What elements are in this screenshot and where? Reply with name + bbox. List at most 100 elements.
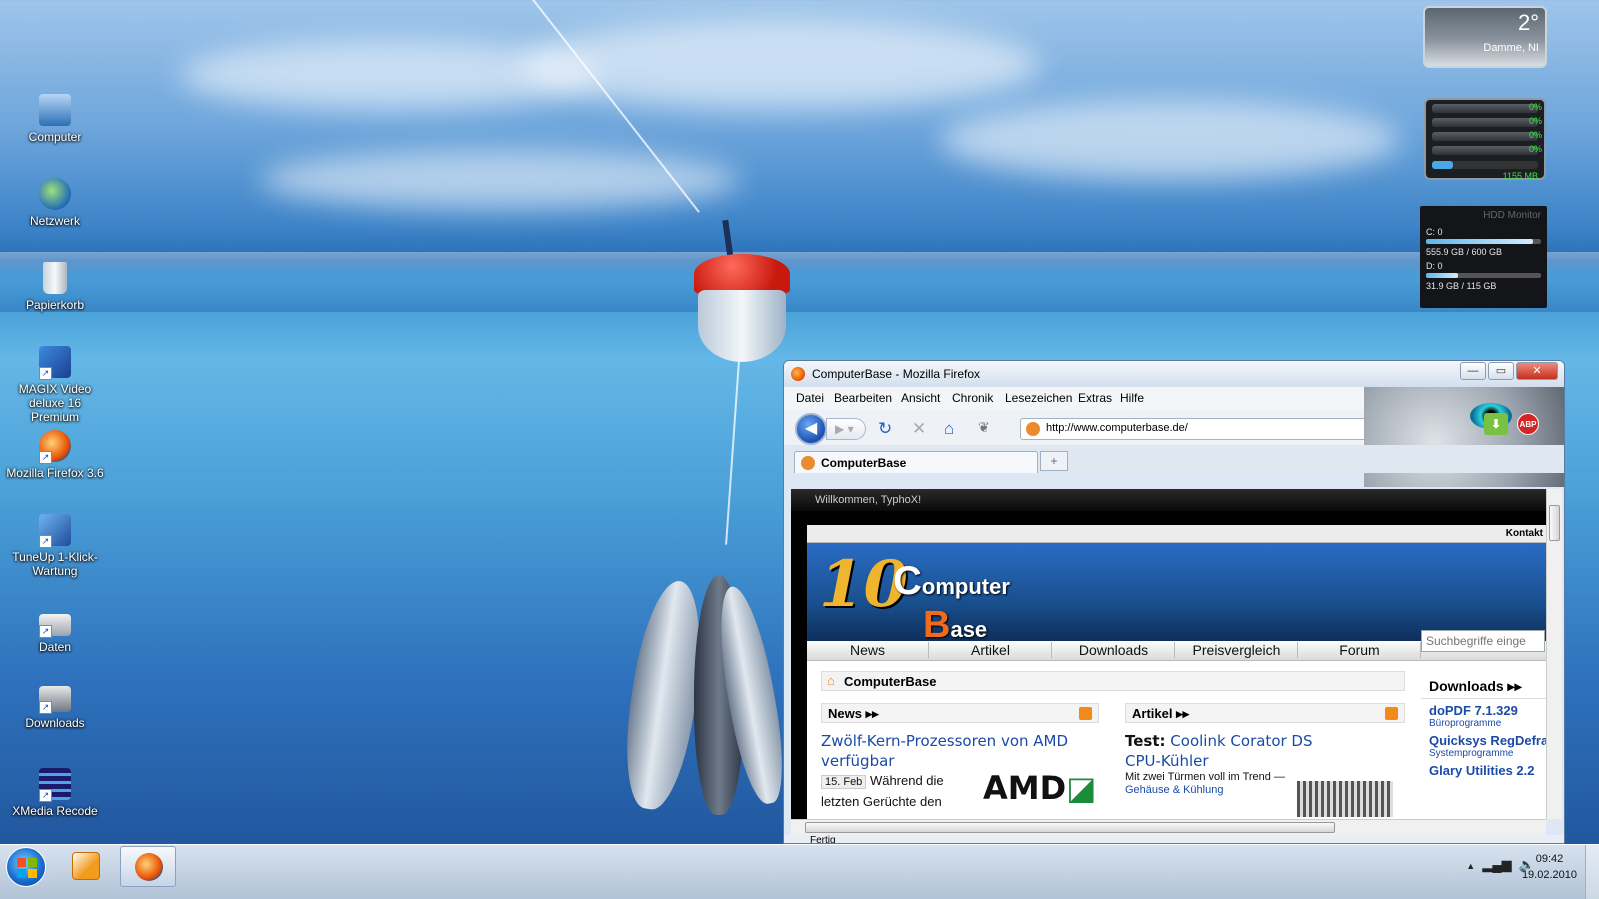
download-name: doPDF 7.1.329 bbox=[1429, 703, 1518, 718]
cpu-core-percent: 0% bbox=[1528, 116, 1542, 126]
show-desktop-button[interactable] bbox=[1585, 845, 1599, 899]
site-identity-icon[interactable] bbox=[1026, 422, 1040, 436]
vertical-scrollbar[interactable] bbox=[1546, 489, 1562, 819]
system-clock[interactable]: 09:42 19.02.2010 bbox=[1522, 851, 1577, 883]
network-signal-icon[interactable]: ▂▄▆ bbox=[1482, 857, 1511, 872]
cpu-core-percent: 0% bbox=[1528, 130, 1542, 140]
breadcrumb: ⌂ ComputerBase bbox=[821, 671, 1405, 691]
memory-bar bbox=[1432, 161, 1538, 169]
nav-preisvergleich[interactable]: Preisvergleich bbox=[1176, 642, 1298, 658]
stop-icon[interactable]: ✕ bbox=[912, 419, 926, 439]
reload-icon[interactable]: ↻ bbox=[878, 419, 892, 439]
download-item[interactable]: Quicksys RegDefrag Systemprogramme bbox=[1421, 733, 1546, 759]
drive-icon bbox=[39, 686, 71, 714]
clock-date: 19.02.2010 bbox=[1521, 869, 1577, 881]
new-tab-button[interactable]: + bbox=[1040, 451, 1068, 471]
tuneup-icon bbox=[39, 514, 71, 548]
news-box-header[interactable]: News ▸▸ bbox=[821, 703, 1099, 723]
desktop-icon-network[interactable]: Netzwerk bbox=[5, 178, 105, 228]
artikel-category[interactable]: Gehäuse & Kühlung bbox=[1125, 784, 1223, 796]
desktop-icon-firefox[interactable]: Mozilla Firefox 3.6 bbox=[5, 430, 105, 480]
firefox-icon bbox=[39, 430, 71, 464]
artikel-headline[interactable]: Test: Coolink Corator DS CPU-Kühler bbox=[1125, 731, 1345, 771]
artikel-box-header[interactable]: Artikel ▸▸ bbox=[1125, 703, 1405, 723]
drive-usage-fill bbox=[1426, 239, 1533, 244]
download-item[interactable]: doPDF 7.1.329 Büroprogramme bbox=[1421, 703, 1546, 729]
nav-news[interactable]: News bbox=[807, 642, 929, 658]
drive-usage-text: 555.9 GB / 600 GB bbox=[1426, 247, 1503, 257]
amd-logo: AMD◪ bbox=[983, 769, 1096, 807]
window-titlebar[interactable]: ComputerBase - Mozilla Firefox — ▭ ✕ bbox=[784, 361, 1564, 387]
menu-chronik[interactable]: Chronik bbox=[952, 391, 993, 405]
menu-hilfe[interactable]: Hilfe bbox=[1120, 391, 1144, 405]
close-button[interactable]: ✕ bbox=[1516, 362, 1558, 380]
cpu-meter-gadget[interactable]: 0% 0% 0% 0% 1155 MB bbox=[1424, 98, 1546, 181]
drive-label: D: 0 bbox=[1426, 261, 1443, 271]
back-button[interactable]: ◀ bbox=[795, 413, 827, 445]
menu-datei[interactable]: Datei bbox=[796, 391, 824, 405]
forward-button[interactable]: ▶ ▾ bbox=[826, 418, 866, 440]
kontakt-link[interactable]: Kontakt bbox=[807, 525, 1546, 543]
desktop-icon-tuneup[interactable]: TuneUp 1-Klick-Wartung bbox=[5, 514, 105, 578]
scrollbar-thumb[interactable] bbox=[805, 822, 1335, 833]
url-input[interactable] bbox=[1046, 422, 1406, 434]
cpu-core-bar: 0% bbox=[1432, 116, 1542, 127]
home-icon[interactable]: ⌂ bbox=[827, 673, 835, 688]
nav-forum[interactable]: Forum bbox=[1299, 642, 1421, 658]
menu-bearbeiten[interactable]: Bearbeiten bbox=[834, 391, 892, 405]
menu-ansicht[interactable]: Ansicht bbox=[901, 391, 940, 405]
weather-gadget[interactable]: 2° Damme, NI bbox=[1423, 6, 1547, 68]
desktop-icon-xmedia-recode[interactable]: XMedia Recode bbox=[5, 768, 105, 818]
scrollbar-thumb[interactable] bbox=[1549, 505, 1560, 541]
desktop-icon-downloads[interactable]: Downloads bbox=[5, 684, 105, 730]
downloads-sidebar: Downloads ▸▸ doPDF 7.1.329 Büroprogramme… bbox=[1421, 675, 1546, 782]
download-item[interactable]: Glary Utilities 2.2 bbox=[1421, 763, 1546, 778]
downloads-sidebar-header[interactable]: Downloads ▸▸ bbox=[1421, 675, 1546, 699]
menu-lesezeichen[interactable]: Lesezeichen bbox=[1005, 391, 1072, 405]
nav-artikel[interactable]: Artikel bbox=[930, 642, 1052, 658]
site-search-input[interactable] bbox=[1421, 630, 1545, 652]
site-logo[interactable]: Computer Base bbox=[893, 559, 1010, 647]
wallpaper-cloud bbox=[260, 150, 740, 210]
cpu-core-percent: 0% bbox=[1528, 102, 1542, 112]
rss-feed-icon[interactable] bbox=[1079, 707, 1092, 720]
status-bar: Fertig bbox=[784, 835, 1564, 843]
horizontal-scrollbar[interactable] bbox=[791, 819, 1546, 835]
adblock-plus-icon[interactable]: ABP bbox=[1517, 413, 1539, 435]
extension-icon[interactable]: ❦ bbox=[978, 419, 990, 436]
menu-extras[interactable]: Extras bbox=[1078, 391, 1112, 405]
recycle-bin-icon bbox=[43, 262, 67, 294]
memory-usage: 1155 MB bbox=[1502, 171, 1538, 181]
desktop-icon-computer[interactable]: Computer bbox=[5, 94, 105, 144]
page-content[interactable]: Willkommen, TyphoX! Kontakt 10 Computer … bbox=[791, 489, 1546, 819]
site-banner: 10 Computer Base bbox=[807, 543, 1546, 646]
maximize-button[interactable]: ▭ bbox=[1488, 362, 1514, 380]
rss-feed-icon[interactable] bbox=[1385, 707, 1398, 720]
bobber-underwater bbox=[698, 290, 786, 362]
news-headline[interactable]: Zwölf-Kern-Prozessoren von AMD verfügbar bbox=[821, 731, 1101, 771]
desktop-icon-magix[interactable]: MAGIX Video deluxe 16 Premium bbox=[5, 346, 105, 424]
artikel-header-label: Artikel ▸▸ bbox=[1132, 706, 1190, 721]
desktop-icon-label: Mozilla Firefox 3.6 bbox=[6, 466, 104, 480]
logo-text-ase: ase bbox=[950, 617, 988, 642]
weather-city: Damme, NI bbox=[1483, 42, 1539, 54]
download-icon[interactable]: ⬇ bbox=[1484, 413, 1508, 435]
artikel-headline-prefix: Test: bbox=[1125, 732, 1166, 750]
windows-logo-icon bbox=[17, 858, 37, 878]
desktop-icon-recycle-bin[interactable]: Papierkorb bbox=[5, 262, 105, 312]
firefox-window[interactable]: ComputerBase - Mozilla Firefox — ▭ ✕ Dat… bbox=[783, 360, 1565, 844]
nav-downloads[interactable]: Downloads bbox=[1053, 642, 1175, 658]
desktop-icon-daten[interactable]: Daten bbox=[5, 608, 105, 654]
drive-usage-text: 31.9 GB / 115 GB bbox=[1426, 281, 1497, 291]
minimize-button[interactable]: — bbox=[1460, 362, 1486, 380]
taskbar-firefox[interactable] bbox=[120, 846, 176, 887]
taskbar-media-player[interactable] bbox=[58, 846, 114, 887]
logo-letter-b: B bbox=[923, 604, 951, 646]
tray-expand-icon[interactable]: ▲ bbox=[1466, 861, 1475, 871]
media-player-icon bbox=[72, 852, 100, 880]
tab-computerbase[interactable]: ComputerBase bbox=[794, 451, 1038, 473]
hdd-monitor-gadget[interactable]: HDD Monitor C: 0 555.9 GB / 600 GB D: 0 … bbox=[1420, 206, 1547, 308]
drive-usage-track bbox=[1426, 273, 1541, 278]
start-button[interactable] bbox=[6, 847, 46, 887]
home-icon[interactable]: ⌂ bbox=[944, 419, 954, 439]
